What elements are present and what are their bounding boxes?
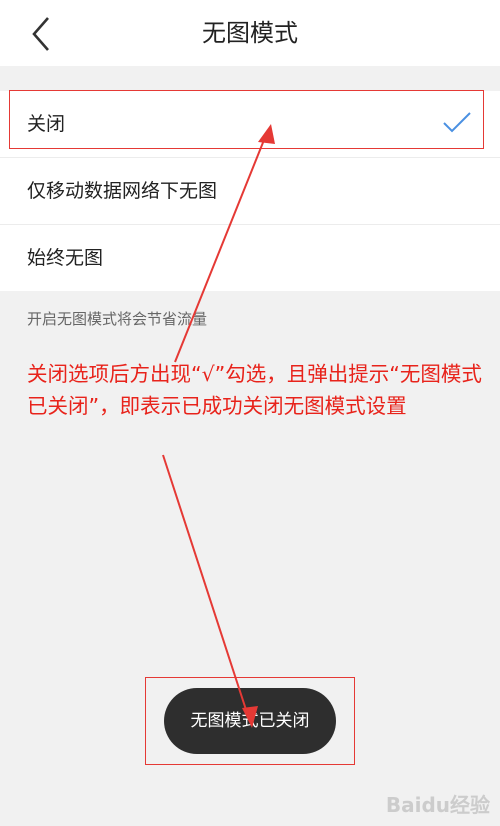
annotation-arrows xyxy=(162,124,275,728)
arrow-head-up xyxy=(258,124,275,144)
arrow-line-up xyxy=(174,129,269,363)
arrow-line-down xyxy=(162,454,251,723)
watermark: Baidu经验 xyxy=(385,793,490,817)
arrow-head-down xyxy=(242,706,258,728)
